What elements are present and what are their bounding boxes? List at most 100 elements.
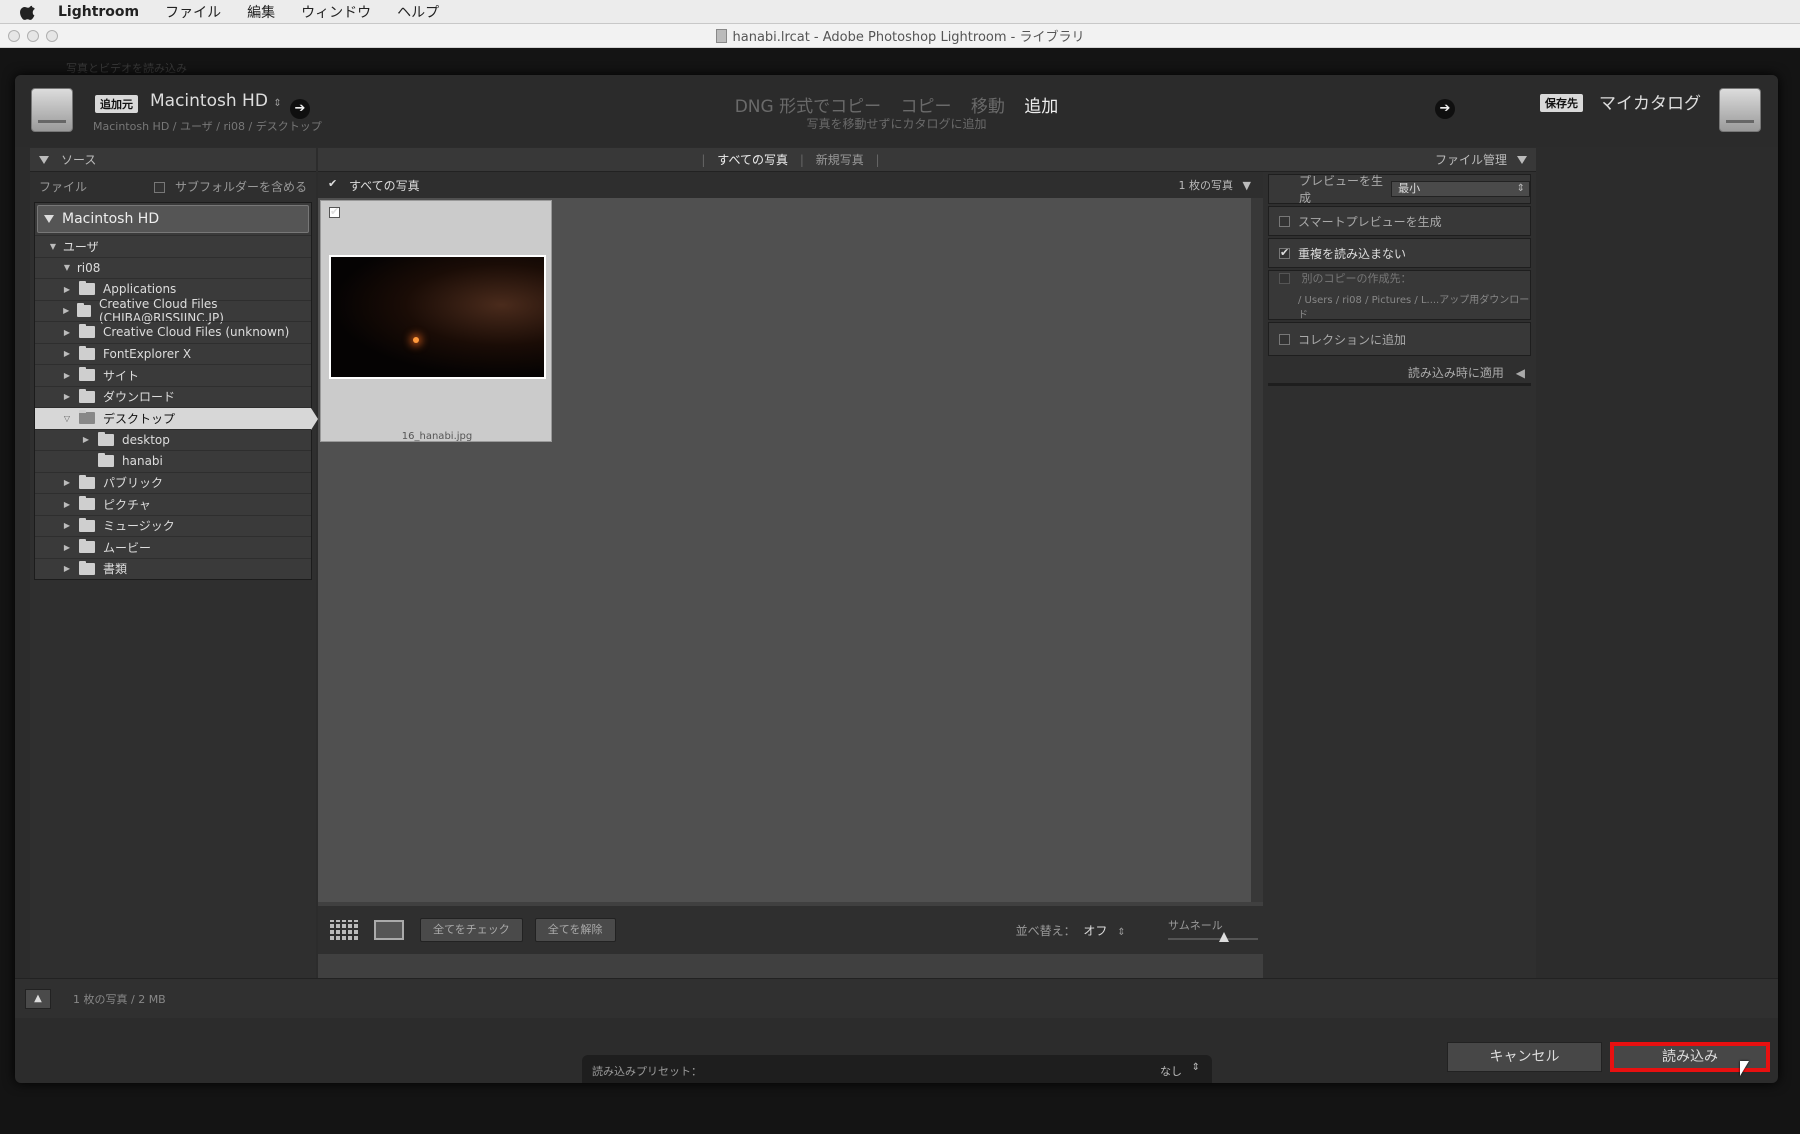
tree-row-label: ユーザ xyxy=(62,239,99,254)
collapsed-arrow-icon[interactable]: ▶ xyxy=(61,285,73,294)
tab-all-photos[interactable]: すべての写真 xyxy=(717,153,788,167)
loupe-view-icon[interactable] xyxy=(374,920,404,940)
close-window-button[interactable] xyxy=(8,30,20,42)
cancel-button[interactable]: キャンセル xyxy=(1447,1042,1602,1072)
folder-icon xyxy=(77,302,91,317)
check-all-button[interactable]: 全てをチェック xyxy=(420,918,523,942)
photo-thumbnail xyxy=(329,255,546,379)
sort-dropdown-icon: ⇕ xyxy=(1117,926,1126,938)
collapsed-arrow-icon[interactable]: ▶ xyxy=(61,328,73,337)
second-copy-row[interactable]: 別のコピーの作成先： / Users / ri08 / Pictures / L… xyxy=(1268,270,1531,321)
collapsed-arrow-icon[interactable]: ▶ xyxy=(61,478,73,487)
collapsed-arrow-icon[interactable]: ▶ xyxy=(61,392,73,401)
tree-row-label: FontExplorer X xyxy=(103,346,192,361)
apply-during-import-header[interactable]: 読み込み時に適用 ◀ xyxy=(1268,360,1531,386)
collapsed-arrow-icon[interactable]: ▶ xyxy=(61,371,73,380)
collapsed-arrow-icon[interactable]: ▶ xyxy=(61,521,73,530)
add-collection-row[interactable]: コレクションに追加 xyxy=(1268,322,1531,356)
preset-value: なし xyxy=(1160,1065,1182,1078)
volume-macintosh-hd[interactable]: Macintosh HD xyxy=(37,205,309,233)
smart-preview-row[interactable]: スマートプレビューを生成 xyxy=(1268,206,1531,236)
menu-file[interactable]: ファイル xyxy=(165,2,221,22)
sparkler-glow xyxy=(413,337,419,343)
expanded-arrow-icon[interactable]: ▼ xyxy=(47,242,59,251)
tree-row-label: ムービー xyxy=(103,540,152,555)
expanded-arrow-icon[interactable]: ▼ xyxy=(61,263,73,272)
file-handling-header[interactable]: ファイル管理 xyxy=(1263,148,1536,172)
mode-copy[interactable]: コピー xyxy=(900,97,951,117)
menu-app-name[interactable]: Lightroom xyxy=(58,4,139,20)
source-panel-header[interactable]: ソース xyxy=(30,148,316,172)
collapsed-arrow-icon[interactable]: ▶ xyxy=(61,543,73,552)
thumbnail-size-track[interactable] xyxy=(1168,938,1258,940)
tree-row[interactable]: ▽ デスクトップ xyxy=(35,407,318,430)
tree-row[interactable]: ▶ 書類 xyxy=(35,557,311,580)
folder-icon xyxy=(79,388,95,403)
all-photos-checkbox[interactable] xyxy=(328,177,339,191)
tree-row[interactable]: ▶ Creative Cloud Files (unknown) xyxy=(35,321,311,343)
expand-left-triangle-icon: ◀ xyxy=(1515,366,1525,380)
tree-row[interactable]: ▼ ユーザ xyxy=(35,235,311,257)
menu-help[interactable]: ヘルプ xyxy=(397,2,439,22)
preview-select[interactable]: 最小 xyxy=(1391,181,1530,197)
thumbnail-checkbox[interactable] xyxy=(329,205,340,218)
thumbnail-size-slider[interactable] xyxy=(1218,932,1229,942)
photo-grid-panel: | すべての写真 | 新規写真 | すべての写真 1 枚の写真 ▼ 16_han… xyxy=(318,148,1263,978)
tree-row-label: パブリック xyxy=(103,476,164,491)
no-duplicates-row[interactable]: 重複を読み込まない xyxy=(1268,238,1531,268)
tree-row[interactable]: ▶ ムービー xyxy=(35,536,311,558)
tree-row[interactable]: hanabi xyxy=(35,450,311,472)
thumbnail-cell[interactable]: 16_hanabi.jpg xyxy=(320,200,552,442)
tree-row[interactable]: ▶ ミュージック xyxy=(35,514,311,537)
collapsed-arrow-icon[interactable]: ▶ xyxy=(61,349,73,358)
preset-dropdown-icon: ⇕ xyxy=(1191,1062,1200,1073)
grid-view-icon[interactable] xyxy=(330,920,360,940)
preview-label: プレビューを生成 xyxy=(1299,174,1384,205)
source-panel-title: ソース xyxy=(61,153,97,167)
expanded-arrow-icon[interactable]: ▽ xyxy=(61,414,73,423)
include-subfolders-label: サブフォルダーを含める xyxy=(174,179,307,194)
sort-control[interactable]: 並べ替え： オフ ⇕ xyxy=(1016,922,1126,939)
add-collection-checkbox[interactable] xyxy=(1279,333,1290,345)
all-photos-label: すべての写真 xyxy=(349,178,420,193)
minimize-window-button[interactable] xyxy=(27,30,39,42)
tree-row-label: ピクチャ xyxy=(103,497,151,512)
import-preset-bar[interactable]: 読み込みプリセット： なし ⇕ xyxy=(582,1055,1212,1083)
grid-filter-tabs: | すべての写真 | 新規写真 | xyxy=(318,148,1263,172)
smart-preview-checkbox[interactable] xyxy=(1279,215,1290,227)
dest-disk-icon xyxy=(1719,88,1761,132)
collapsed-arrow-icon[interactable]: ▶ xyxy=(61,500,73,509)
folder-tree: Macintosh HD ▼ ユーザ ▼ ri08 ▶ Applications ▶ Cr… xyxy=(34,202,318,580)
no-duplicates-checkbox[interactable] xyxy=(1279,246,1290,259)
collapsed-arrow-icon[interactable]: ▶ xyxy=(61,306,71,315)
mode-move[interactable]: 移動 xyxy=(971,97,1005,117)
tree-row[interactable]: ▶ desktop xyxy=(35,428,311,451)
tree-row[interactable]: ▶ Creative Cloud Files (CHIBA@RISSIINC.JP… xyxy=(35,297,311,325)
volume-expand-icon xyxy=(44,215,54,223)
zoom-window-button[interactable] xyxy=(46,30,58,42)
grid-scrollbar[interactable] xyxy=(1251,198,1263,902)
toggle-panel-button[interactable]: ▲ xyxy=(25,989,51,1009)
tree-row[interactable]: ▶ パブリック xyxy=(35,471,311,494)
tree-row[interactable]: ▶ FontExplorer X xyxy=(35,342,311,365)
tab-new-photos[interactable]: 新規写真 xyxy=(816,153,864,167)
second-copy-checkbox[interactable] xyxy=(1279,273,1290,284)
mode-dng-copy[interactable]: DNG 形式でコピー xyxy=(735,97,881,117)
grid-collapse-icon[interactable]: ▼ xyxy=(1243,179,1251,192)
dest-arrow-icon: ➔ xyxy=(1435,99,1455,119)
tree-row[interactable]: ▶ ピクチャ xyxy=(35,493,311,515)
menu-window[interactable]: ウィンドウ xyxy=(301,2,371,22)
apple-icon[interactable] xyxy=(20,3,38,21)
uncheck-all-button[interactable]: 全てを解除 xyxy=(534,918,616,942)
import-header: 追加元 Macintosh HD ⇕ Macintosh HD / ユーザ / … xyxy=(15,75,1778,147)
tree-row[interactable]: ▶ ダウンロード xyxy=(35,385,311,408)
menu-bar: Lightroom ファイル 編集 ウィンドウ ヘルプ xyxy=(0,0,1800,24)
tree-row[interactable]: ▼ ri08 xyxy=(35,256,311,279)
menu-edit[interactable]: 編集 xyxy=(247,2,275,22)
collapsed-arrow-icon[interactable]: ▶ xyxy=(80,435,92,444)
collapsed-arrow-icon[interactable]: ▶ xyxy=(61,564,73,573)
mode-add[interactable]: 追加 xyxy=(1024,97,1058,117)
include-subfolders-checkbox[interactable] xyxy=(154,181,166,193)
tree-row[interactable]: ▶ サイト xyxy=(35,364,311,386)
collapse-triangle-icon xyxy=(39,155,49,164)
